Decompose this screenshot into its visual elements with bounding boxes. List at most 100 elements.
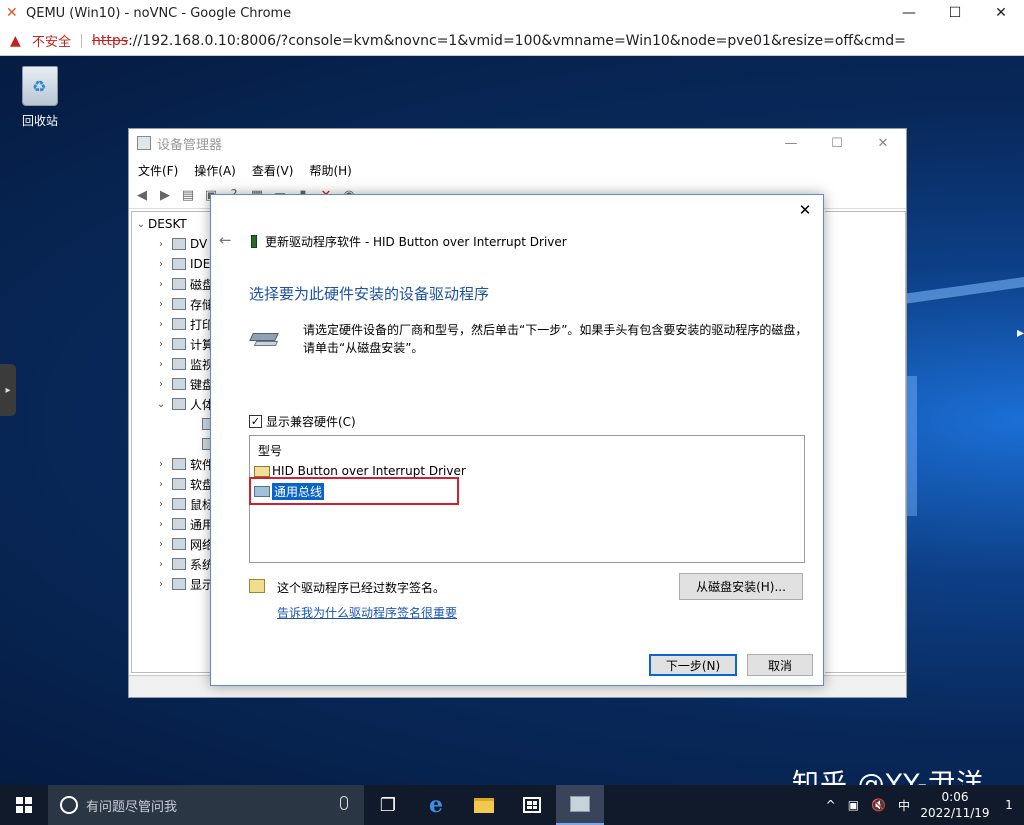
dm-close-button[interactable]: ✕ — [860, 129, 906, 157]
cancel-button[interactable]: 取消 — [747, 654, 813, 676]
device-category-icon — [172, 278, 186, 290]
recycle-bin-label: 回收站 — [21, 114, 58, 128]
url-text[interactable]: https://192.168.0.10:8006/?console=kvm&n… — [92, 33, 906, 49]
device-manager-taskbar-icon[interactable] — [556, 785, 604, 825]
mouse-cursor-icon: ▸ — [1016, 325, 1024, 341]
file-explorer-icon[interactable] — [460, 785, 508, 825]
network-icon[interactable]: ▣ — [848, 798, 859, 812]
device-tree-item[interactable]: › 计算 — [154, 334, 214, 354]
device-category-icon — [172, 478, 186, 490]
device-tree-item[interactable]: › IDE — [154, 254, 210, 274]
device-tree-item[interactable]: › 键盘 — [154, 374, 214, 394]
device-tree-item[interactable]: › 软件 — [154, 454, 214, 474]
device-tree-item[interactable]: › 系统 — [154, 554, 214, 574]
device-tree-item[interactable]: › 磁盘 — [154, 274, 214, 294]
taskbar: 有问题尽管问我 ❐ e ^ ▣ 🔇 中 0:06 2022/11/19 1 — [0, 785, 1024, 825]
chevron-up-icon[interactable]: ^ — [826, 798, 836, 812]
device-tree-item[interactable]: › 监视 — [154, 354, 214, 374]
device-tree-item[interactable]: › 软盘 — [154, 474, 214, 494]
expand-chevron-icon[interactable]: ⌄ — [154, 399, 168, 410]
clock[interactable]: 0:06 2022/11/19 — [916, 789, 994, 821]
expand-chevron-icon[interactable]: › — [154, 519, 168, 530]
forward-arrow-icon[interactable]: ▶ — [156, 187, 174, 205]
dialog-header: 更新驱动程序软件 - HID Button over Interrupt Dri… — [251, 233, 567, 250]
notification-count: 1 — [1005, 798, 1013, 812]
start-button[interactable] — [0, 785, 48, 825]
signed-driver-icon — [249, 579, 265, 593]
show-compatible-row[interactable]: ✓ 显示兼容硬件(C) — [249, 413, 356, 430]
back-arrow-icon[interactable]: ◀ — [133, 187, 151, 205]
url-scheme: https — [92, 32, 129, 49]
expand-chevron-icon[interactable]: › — [154, 319, 168, 330]
device-tree-item[interactable]: › 显示 — [154, 574, 214, 594]
ime-indicator[interactable]: 中 — [898, 797, 910, 814]
recycle-bin[interactable]: 回收站 — [14, 66, 66, 129]
driver-signing-link[interactable]: 告诉我为什么驱动程序签名很重要 — [277, 604, 457, 621]
menu-help[interactable]: 帮助(H) — [309, 162, 351, 179]
device-category-icon — [172, 398, 186, 410]
expand-chevron-icon[interactable]: › — [154, 259, 168, 270]
device-category-icon — [172, 358, 186, 370]
expand-chevron-icon[interactable]: › — [154, 499, 168, 510]
expand-chevron-icon[interactable]: › — [154, 539, 168, 550]
show-compatible-checkbox[interactable]: ✓ — [249, 415, 262, 428]
device-tree-item[interactable]: › 存储 — [154, 294, 214, 314]
menu-action[interactable]: 操作(A) — [194, 162, 236, 179]
browser-minimize-button[interactable]: — — [886, 0, 932, 26]
device-tree-item[interactable]: › DV — [154, 234, 207, 254]
device-tree-label: IDE — [190, 257, 211, 271]
browser-close-button[interactable]: ✕ — [978, 0, 1024, 26]
not-secure-label[interactable]: 不安全 — [32, 31, 71, 50]
browser-window-controls: — ☐ ✕ — [886, 0, 1024, 26]
device-tree-item[interactable]: ⌄ DESKT — [134, 214, 187, 234]
device-tree-label: DESKT — [148, 217, 187, 231]
action-center-icon[interactable]: 1 — [994, 798, 1024, 812]
edge-icon[interactable]: e — [412, 785, 460, 825]
device-tree-item[interactable]: › 鼠标 — [154, 494, 214, 514]
annotation-highlight-box — [249, 477, 459, 505]
device-tree[interactable]: ⌄ DESKT › DV › IDE › 磁盘 › 存储 › 打印 › 计算 › 监视 › 键盘 ⌄ 人体 › 软件 › 软盘… — [131, 211, 216, 673]
volume-muted-icon[interactable]: 🔇 — [871, 798, 886, 812]
expand-chevron-icon[interactable]: › — [154, 279, 168, 290]
cortana-search-box[interactable]: 有问题尽管问我 — [48, 785, 364, 825]
dm-minimize-button[interactable]: — — [768, 129, 814, 157]
device-category-icon — [172, 258, 186, 270]
show-compatible-label[interactable]: 显示兼容硬件(C) — [266, 413, 356, 430]
address-bar[interactable]: ▲ 不安全 https://192.168.0.10:8006/?console… — [0, 26, 1024, 56]
task-view-icon[interactable]: ❐ — [364, 785, 412, 825]
expand-chevron-icon[interactable]: › — [154, 299, 168, 310]
recycle-bin-icon — [22, 66, 58, 106]
dialog-close-button[interactable]: ✕ — [793, 199, 817, 221]
device-tree-item[interactable]: › 打印 — [154, 314, 214, 334]
expand-chevron-icon[interactable]: ⌄ — [134, 219, 148, 230]
next-button[interactable]: 下一步(N) — [649, 654, 737, 676]
expand-chevron-icon[interactable]: › — [154, 479, 168, 490]
have-disk-button[interactable]: 从磁盘安装(H)... — [679, 573, 803, 600]
device-category-icon — [172, 578, 186, 590]
dialog-back-button[interactable]: ← — [219, 231, 232, 249]
expand-chevron-icon[interactable]: › — [154, 239, 168, 250]
expand-chevron-icon[interactable]: › — [154, 459, 168, 470]
dm-maximize-button[interactable]: ☐ — [814, 129, 860, 157]
browser-maximize-button[interactable]: ☐ — [932, 0, 978, 26]
warning-icon[interactable]: ▲ — [10, 33, 26, 49]
expand-chevron-icon[interactable]: › — [154, 379, 168, 390]
device-tree-item[interactable]: › 通用 — [154, 514, 214, 534]
menu-file[interactable]: 文件(F) — [138, 162, 178, 179]
device-category-icon — [172, 338, 186, 350]
expand-chevron-icon[interactable]: › — [154, 559, 168, 570]
expand-chevron-icon[interactable]: › — [154, 359, 168, 370]
expand-chevron-icon[interactable]: › — [154, 339, 168, 350]
novnc-control-bar-handle[interactable]: ▸ — [0, 364, 16, 416]
driver-icon — [254, 465, 270, 477]
device-category-icon — [172, 458, 186, 470]
microphone-icon[interactable] — [340, 796, 348, 810]
device-manager-icon — [137, 136, 151, 150]
expand-chevron-icon[interactable]: › — [154, 579, 168, 590]
properties-icon[interactable]: ▤ — [179, 187, 197, 205]
store-icon[interactable] — [508, 785, 556, 825]
device-tree-item[interactable]: ⌄ 人体 — [154, 394, 214, 414]
menu-view[interactable]: 查看(V) — [252, 162, 294, 179]
device-category-icon — [172, 238, 186, 250]
device-tree-item[interactable]: › 网络 — [154, 534, 214, 554]
